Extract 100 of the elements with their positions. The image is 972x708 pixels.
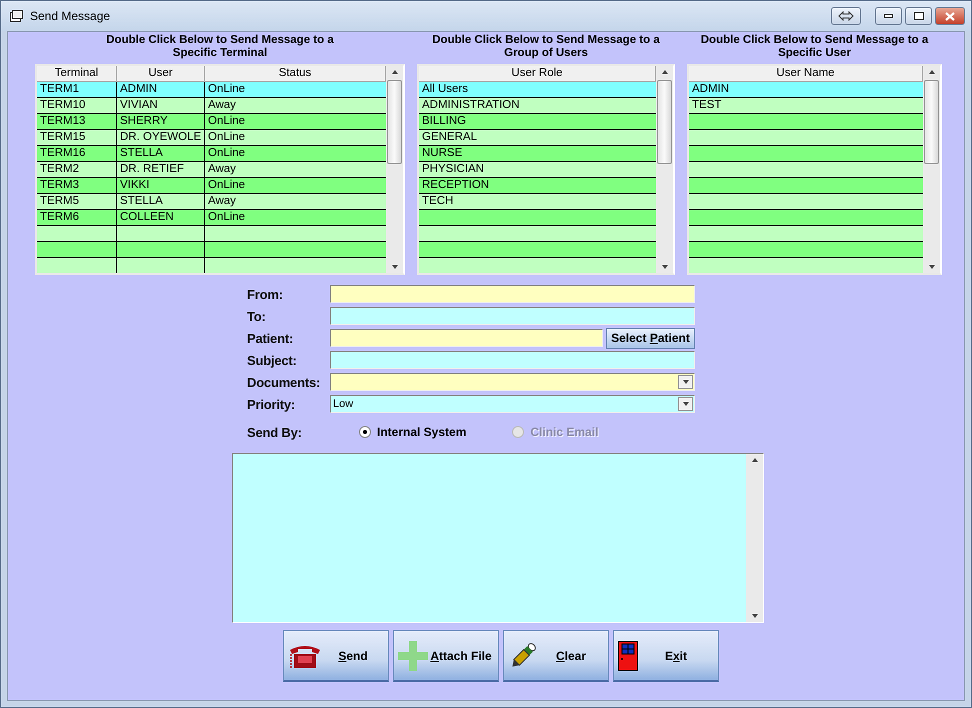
scrollbar[interactable]	[746, 454, 763, 622]
grid-row[interactable]: TERM6 COLLEEN OnLine	[37, 210, 386, 226]
scroll-down-icon[interactable]	[928, 265, 934, 269]
table-cell: VIVIAN	[117, 98, 205, 113]
table-cell: DR. OYEWOLE	[117, 130, 205, 145]
scroll-up-icon[interactable]	[928, 70, 934, 74]
column-header[interactable]: User	[117, 66, 205, 82]
table-cell-text: Away	[207, 98, 237, 113]
field-label: Patient:	[247, 330, 294, 346]
empty-grid-row[interactable]	[689, 210, 923, 226]
grid-row[interactable]: TERM5 STELLA Away	[37, 194, 386, 210]
scrollbar[interactable]	[386, 66, 403, 273]
field-label: To:	[247, 308, 267, 324]
table-cell-text: Away	[207, 194, 237, 209]
field-label: Subject:	[247, 352, 298, 368]
empty-grid-row[interactable]	[419, 210, 656, 226]
empty-grid-row[interactable]	[37, 242, 386, 258]
table-cell: TERM3	[37, 178, 117, 193]
table-cell-text: OnLine	[207, 210, 246, 225]
maximize-button[interactable]	[905, 7, 932, 25]
empty-grid-row[interactable]	[419, 242, 656, 258]
select-patient-button[interactable]: Select Patient	[606, 328, 695, 348]
table-cell: TERM2	[37, 162, 117, 177]
table-cell-text: OnLine	[207, 82, 246, 97]
resize-button[interactable]	[831, 7, 861, 25]
table-cell-text: OnLine	[207, 146, 246, 161]
scroll-thumb[interactable]	[657, 80, 672, 164]
close-button[interactable]	[935, 7, 965, 25]
grid-row[interactable]: BILLING	[419, 114, 656, 130]
grid-row[interactable]: TERM1 ADMIN OnLine	[37, 82, 386, 98]
action-button[interactable]: Send	[283, 630, 389, 682]
column-header[interactable]: Terminal	[37, 66, 117, 82]
empty-grid-row[interactable]	[689, 114, 923, 130]
empty-grid-row[interactable]	[689, 146, 923, 162]
table-cell-text: OnLine	[207, 114, 246, 129]
grid-row[interactable]: TECH	[419, 194, 656, 210]
table-cell: SHERRY	[117, 114, 205, 129]
field-label: Priority:	[247, 396, 296, 412]
column-header[interactable]: User Name	[689, 66, 923, 82]
grid-row[interactable]: TERM3 VIKKI OnLine	[37, 178, 386, 194]
scrollbar[interactable]	[656, 66, 673, 273]
grid-row[interactable]: TERM2 DR. RETIEF Away	[37, 162, 386, 178]
table-cell-text: OnLine	[207, 178, 246, 193]
empty-grid-row[interactable]	[689, 130, 923, 146]
table-cell-text: Away	[207, 162, 237, 177]
dropdown[interactable]: Low	[330, 395, 695, 413]
minimize-icon	[884, 14, 893, 18]
panel-heading: Double Click Below to Send Message to a Specific User	[700, 34, 930, 61]
window-title: Send Message	[30, 9, 112, 23]
grid-row[interactable]: GENERAL	[419, 130, 656, 146]
action-button[interactable]: Clear	[503, 630, 609, 682]
grid-row[interactable]: RECEPTION	[419, 178, 656, 194]
action-button[interactable]: Exit	[613, 630, 719, 682]
grid-row[interactable]: TERM15 DR. OYEWOLE OnLine	[37, 130, 386, 146]
input-field[interactable]	[330, 285, 695, 303]
scroll-thumb[interactable]	[387, 80, 402, 164]
grid-row[interactable]: TERM10 VIVIAN Away	[37, 98, 386, 114]
maximize-icon	[914, 12, 924, 20]
table-cell: DR. RETIEF	[117, 162, 205, 177]
input-field[interactable]	[330, 329, 603, 347]
scroll-up-icon[interactable]	[662, 70, 668, 74]
table-cell: TERM5	[37, 194, 117, 209]
scroll-down-icon[interactable]	[752, 614, 758, 618]
grid-row[interactable]: All Users	[419, 82, 656, 98]
grid-row[interactable]: NURSE	[419, 146, 656, 162]
grid-row[interactable]: ADMINISTRATION	[419, 98, 656, 114]
scrollbar[interactable]	[923, 66, 940, 273]
minimize-button[interactable]	[875, 7, 902, 25]
empty-grid-row[interactable]	[689, 226, 923, 242]
table-cell: TERM10	[37, 98, 117, 113]
table-cell: STELLA	[117, 146, 205, 161]
scroll-thumb[interactable]	[924, 80, 939, 164]
table-cell: STELLA	[117, 194, 205, 209]
empty-grid-row[interactable]	[689, 242, 923, 258]
input-field[interactable]	[330, 351, 695, 369]
close-icon	[945, 12, 955, 20]
empty-grid-row[interactable]	[37, 226, 386, 242]
empty-grid-row[interactable]	[689, 194, 923, 210]
action-button[interactable]: Attach File	[393, 630, 499, 682]
input-field[interactable]	[330, 307, 695, 325]
empty-grid-row[interactable]	[419, 226, 656, 242]
table-cell: TERM16	[37, 146, 117, 161]
grid-row[interactable]: ADMIN	[689, 82, 923, 98]
panel-heading: Double Click Below to Send Message to a Group of Users	[431, 34, 661, 61]
scroll-up-icon[interactable]	[752, 458, 758, 462]
grid-row[interactable]: PHYSICIAN	[419, 162, 656, 178]
grid-row[interactable]: TERM16 STELLA OnLine	[37, 146, 386, 162]
column-header[interactable]: Status	[205, 66, 386, 82]
scroll-down-icon[interactable]	[662, 265, 668, 269]
empty-grid-row[interactable]	[689, 162, 923, 178]
scroll-up-icon[interactable]	[392, 70, 398, 74]
table-cell: COLLEEN	[117, 210, 205, 225]
column-header[interactable]: User Role	[419, 66, 656, 82]
table-cell-text: OnLine	[207, 130, 246, 145]
radio-option[interactable]: Internal System	[359, 425, 466, 439]
empty-grid-row[interactable]	[689, 178, 923, 194]
scroll-down-icon[interactable]	[392, 265, 398, 269]
grid-row[interactable]: TERM13 SHERRY OnLine	[37, 114, 386, 130]
field-label: Documents:	[247, 374, 322, 390]
grid-row[interactable]: TEST	[689, 98, 923, 114]
